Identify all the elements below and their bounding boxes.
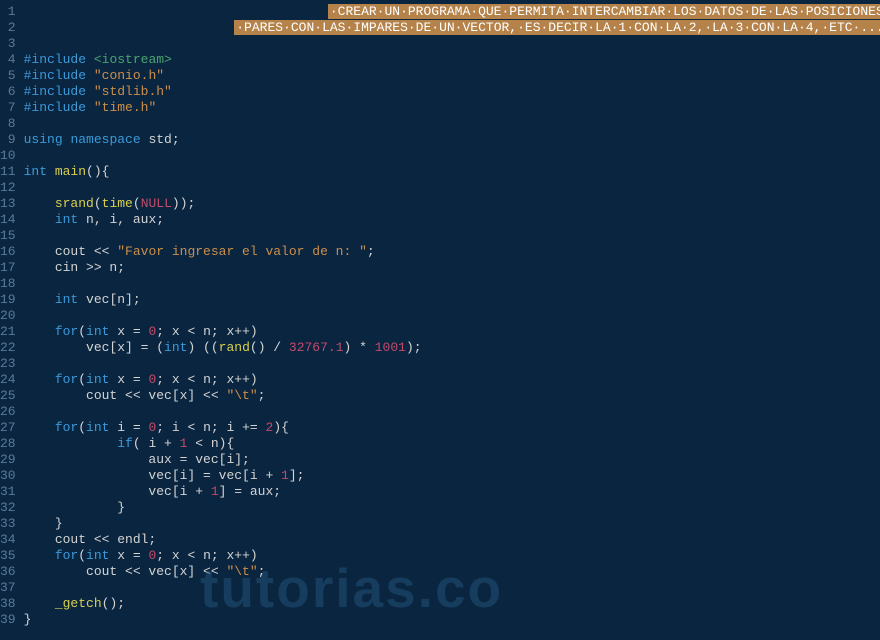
code-line[interactable]: using namespace std; — [24, 132, 880, 148]
code-line[interactable] — [24, 356, 880, 372]
code-line[interactable]: cout << vec[x] << "\t"; — [24, 388, 880, 404]
line-number: 19 — [0, 292, 16, 308]
line-number-gutter: 1234567891011121314151617181920212223242… — [0, 4, 24, 628]
code-line[interactable]: #include "time.h" — [24, 100, 880, 116]
line-number: 24 — [0, 372, 16, 388]
line-number: 5 — [0, 68, 16, 84]
code-area[interactable]: ·CREAR·UN·PROGRAMA·QUE·PERMITA·INTERCAMB… — [24, 4, 880, 628]
code-line[interactable]: } — [24, 612, 880, 628]
line-number: 26 — [0, 404, 16, 420]
code-line[interactable]: int vec[n]; — [24, 292, 880, 308]
code-line[interactable]: _getch(); — [24, 596, 880, 612]
code-line[interactable]: } — [24, 500, 880, 516]
line-number: 7 — [0, 100, 16, 116]
code-line[interactable]: for(int x = 0; x < n; x++) — [24, 548, 880, 564]
code-line[interactable] — [24, 148, 880, 164]
code-line[interactable]: cout << vec[x] << "\t"; — [24, 564, 880, 580]
code-line[interactable] — [24, 404, 880, 420]
code-editor[interactable]: 1234567891011121314151617181920212223242… — [0, 0, 880, 628]
code-line[interactable]: #include "stdlib.h" — [24, 84, 880, 100]
line-number: 34 — [0, 532, 16, 548]
line-number: 33 — [0, 516, 16, 532]
code-line[interactable]: ·CREAR·UN·PROGRAMA·QUE·PERMITA·INTERCAMB… — [24, 4, 880, 20]
line-number: 21 — [0, 324, 16, 340]
line-number: 35 — [0, 548, 16, 564]
code-line[interactable]: vec[i + 1] = aux; — [24, 484, 880, 500]
code-line[interactable]: cout << endl; — [24, 532, 880, 548]
code-line[interactable]: if( i + 1 < n){ — [24, 436, 880, 452]
line-number: 3 — [0, 36, 16, 52]
line-number: 39 — [0, 612, 16, 628]
line-number: 18 — [0, 276, 16, 292]
line-number: 13 — [0, 196, 16, 212]
line-number: 2 — [0, 20, 16, 36]
line-number: 23 — [0, 356, 16, 372]
code-line[interactable]: cin >> n; — [24, 260, 880, 276]
line-number: 14 — [0, 212, 16, 228]
line-number: 36 — [0, 564, 16, 580]
line-number: 17 — [0, 260, 16, 276]
code-line[interactable] — [24, 308, 880, 324]
line-number: 38 — [0, 596, 16, 612]
code-line[interactable]: #include <iostream> — [24, 52, 880, 68]
line-number: 30 — [0, 468, 16, 484]
code-line[interactable] — [24, 36, 880, 52]
line-number: 29 — [0, 452, 16, 468]
code-line[interactable]: for(int i = 0; i < n; i += 2){ — [24, 420, 880, 436]
code-line[interactable]: vec[x] = (int) ((rand() / 32767.1) * 100… — [24, 340, 880, 356]
line-number: 10 — [0, 148, 16, 164]
code-line[interactable] — [24, 180, 880, 196]
code-line[interactable]: cout << "Favor ingresar el valor de n: "… — [24, 244, 880, 260]
code-line[interactable]: vec[i] = vec[i + 1]; — [24, 468, 880, 484]
code-line[interactable]: for(int x = 0; x < n; x++) — [24, 324, 880, 340]
code-line[interactable]: for(int x = 0; x < n; x++) — [24, 372, 880, 388]
line-number: 27 — [0, 420, 16, 436]
line-number: 25 — [0, 388, 16, 404]
code-line[interactable] — [24, 580, 880, 596]
code-line[interactable]: ·PARES·CON·LAS·IMPARES·DE·UN·VECTOR,·ES·… — [24, 20, 880, 36]
line-number: 22 — [0, 340, 16, 356]
line-number: 12 — [0, 180, 16, 196]
line-number: 16 — [0, 244, 16, 260]
line-number: 32 — [0, 500, 16, 516]
code-line[interactable] — [24, 228, 880, 244]
code-line[interactable]: int n, i, aux; — [24, 212, 880, 228]
code-line[interactable]: srand(time(NULL)); — [24, 196, 880, 212]
line-number: 15 — [0, 228, 16, 244]
line-number: 31 — [0, 484, 16, 500]
line-number: 9 — [0, 132, 16, 148]
line-number: 37 — [0, 580, 16, 596]
code-line[interactable] — [24, 116, 880, 132]
code-line[interactable]: } — [24, 516, 880, 532]
line-number: 11 — [0, 164, 16, 180]
code-line[interactable]: #include "conio.h" — [24, 68, 880, 84]
code-line[interactable]: int main(){ — [24, 164, 880, 180]
line-number: 8 — [0, 116, 16, 132]
line-number: 1 — [0, 4, 16, 20]
line-number: 20 — [0, 308, 16, 324]
line-number: 28 — [0, 436, 16, 452]
line-number: 4 — [0, 52, 16, 68]
line-number: 6 — [0, 84, 16, 100]
code-line[interactable] — [24, 276, 880, 292]
code-line[interactable]: aux = vec[i]; — [24, 452, 880, 468]
